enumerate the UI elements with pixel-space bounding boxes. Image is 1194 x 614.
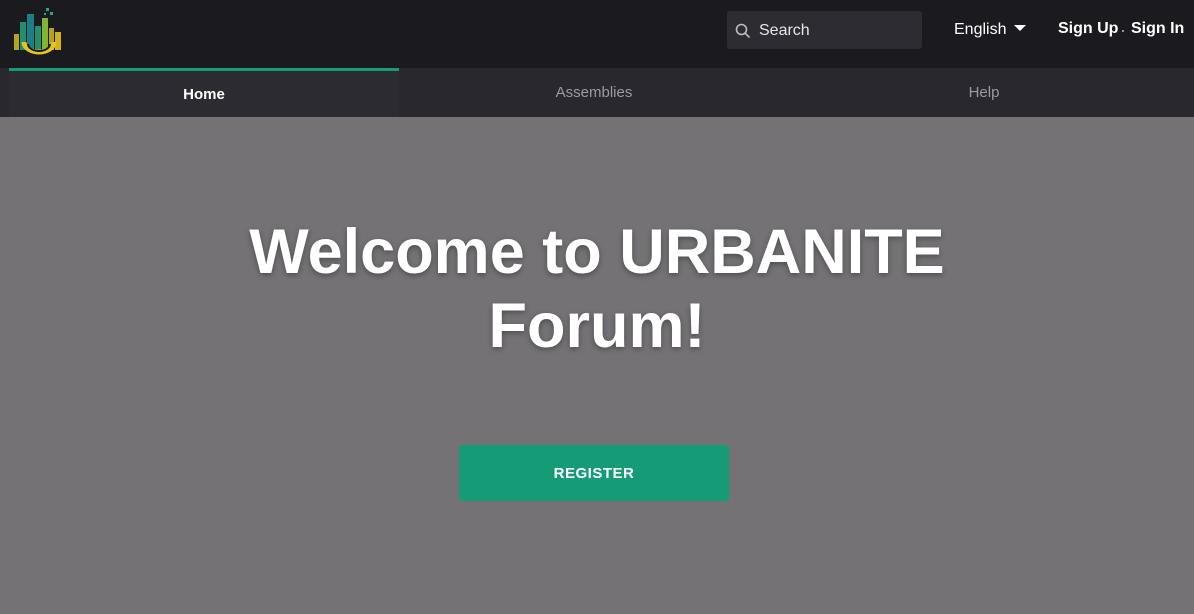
- sign-in-link[interactable]: Sign In: [1131, 20, 1184, 38]
- language-label: English: [954, 21, 1007, 38]
- language-selector[interactable]: English: [954, 21, 1027, 39]
- tab-assemblies[interactable]: Assemblies: [399, 68, 789, 117]
- search-placeholder: Search: [759, 22, 810, 39]
- urbanite-logo[interactable]: [10, 4, 68, 56]
- hero-section: Welcome to URBANITE Forum! REGISTER: [0, 117, 1194, 614]
- search-input[interactable]: Search: [727, 11, 922, 49]
- separator-dot: [1122, 30, 1124, 32]
- sign-up-link[interactable]: Sign Up: [1058, 20, 1118, 38]
- register-button[interactable]: REGISTER: [459, 445, 729, 501]
- tab-help[interactable]: Help: [789, 68, 1179, 117]
- search-icon: [735, 23, 751, 39]
- main-nav: Home Assemblies Help: [0, 68, 1194, 117]
- caret-down-icon: [1014, 24, 1027, 31]
- tab-home[interactable]: Home: [9, 68, 399, 117]
- hero-title: Welcome to URBANITE Forum!: [249, 217, 945, 361]
- top-bar: Search English Sign Up Sign In: [0, 0, 1194, 68]
